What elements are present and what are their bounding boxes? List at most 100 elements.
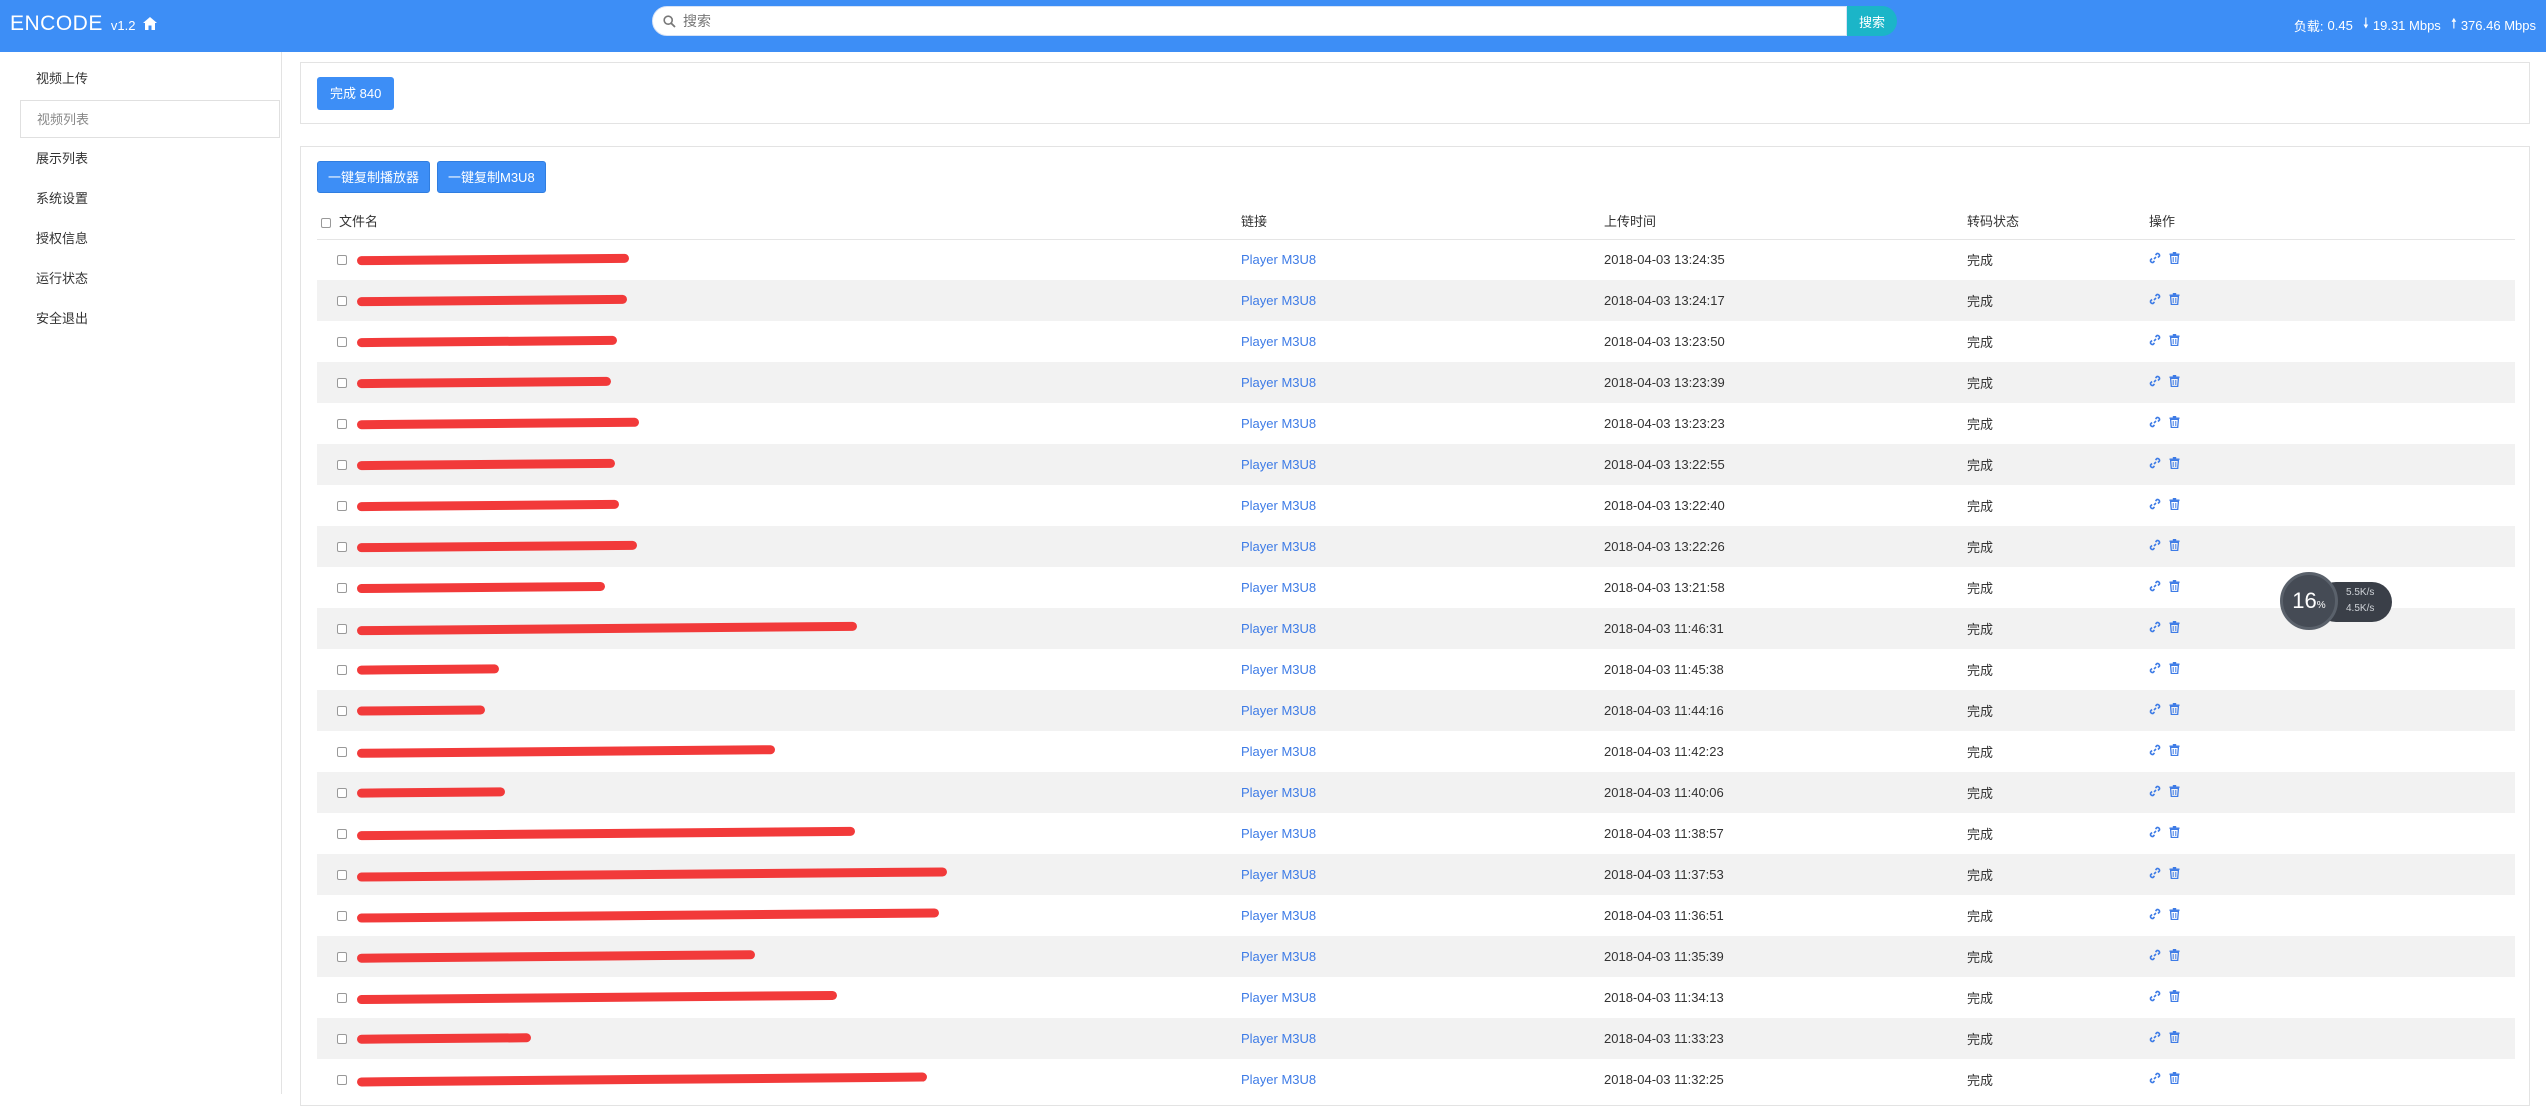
link-icon[interactable] xyxy=(2149,457,2161,469)
trash-icon[interactable] xyxy=(2169,785,2180,797)
player-m3u8-link[interactable]: Player M3U8 xyxy=(1241,539,1316,554)
row-checkbox[interactable] xyxy=(337,951,347,962)
link-icon[interactable] xyxy=(2149,1072,2161,1084)
trash-icon[interactable] xyxy=(2169,539,2180,551)
player-m3u8-link[interactable]: Player M3U8 xyxy=(1241,662,1316,677)
player-m3u8-link[interactable]: Player M3U8 xyxy=(1241,416,1316,431)
row-checkbox[interactable] xyxy=(337,295,347,306)
player-m3u8-link[interactable]: Player M3U8 xyxy=(1241,252,1316,267)
sidebar-item-status[interactable]: 运行状态 xyxy=(20,260,280,298)
trash-icon[interactable] xyxy=(2169,457,2180,469)
row-checkbox[interactable] xyxy=(337,992,347,1003)
link-icon[interactable] xyxy=(2149,539,2161,551)
row-checkbox[interactable] xyxy=(337,869,347,880)
trash-icon[interactable] xyxy=(2169,334,2180,346)
row-checkbox[interactable] xyxy=(337,1074,347,1085)
link-icon[interactable] xyxy=(2149,293,2161,305)
row-checkbox[interactable] xyxy=(337,828,347,839)
search-input[interactable] xyxy=(683,11,1783,31)
row-checkbox[interactable] xyxy=(337,746,347,757)
row-checkbox[interactable] xyxy=(337,705,347,716)
row-checkbox[interactable] xyxy=(337,255,347,266)
row-checkbox[interactable] xyxy=(337,1033,347,1044)
sidebar-item-display-list[interactable]: 展示列表 xyxy=(20,140,280,178)
trash-icon[interactable] xyxy=(2169,621,2180,633)
trash-icon[interactable] xyxy=(2169,293,2180,305)
link-icon[interactable] xyxy=(2149,252,2161,264)
player-m3u8-link[interactable]: Player M3U8 xyxy=(1241,826,1316,841)
trash-icon[interactable] xyxy=(2169,416,2180,428)
link-icon[interactable] xyxy=(2149,580,2161,592)
select-all-checkbox[interactable] xyxy=(321,217,331,228)
link-icon[interactable] xyxy=(2149,744,2161,756)
player-m3u8-link[interactable]: Player M3U8 xyxy=(1241,334,1316,349)
sidebar-item-video-list[interactable]: 视频列表 xyxy=(20,100,280,138)
trash-icon[interactable] xyxy=(2169,1072,2180,1084)
player-m3u8-link[interactable]: Player M3U8 xyxy=(1241,949,1316,964)
link-icon[interactable] xyxy=(2149,662,2161,674)
trash-icon[interactable] xyxy=(2169,498,2180,510)
trash-icon[interactable] xyxy=(2169,826,2180,838)
link-icon[interactable] xyxy=(2149,1031,2161,1043)
row-checkbox[interactable] xyxy=(337,500,347,511)
row-checkbox[interactable] xyxy=(337,664,347,675)
trash-icon[interactable] xyxy=(2169,949,2180,961)
player-m3u8-link[interactable]: Player M3U8 xyxy=(1241,703,1316,718)
link-icon[interactable] xyxy=(2149,867,2161,879)
row-checkbox[interactable] xyxy=(337,377,347,388)
trash-icon[interactable] xyxy=(2169,252,2180,265)
network-speed-widget[interactable]: 5.5K/s 4.5K/s 16% xyxy=(2280,572,2400,630)
trash-icon[interactable] xyxy=(2169,1031,2180,1043)
copy-m3u8-button[interactable]: 一键复制M3U8 xyxy=(437,161,546,193)
row-checkbox[interactable] xyxy=(337,336,347,347)
done-count-button[interactable]: 完成 840 xyxy=(317,77,395,110)
link-icon[interactable] xyxy=(2149,375,2161,387)
player-m3u8-link[interactable]: Player M3U8 xyxy=(1241,375,1316,390)
row-checkbox[interactable] xyxy=(337,582,347,593)
link-icon[interactable] xyxy=(2149,990,2161,1002)
home-icon[interactable] xyxy=(143,17,158,30)
link-icon[interactable] xyxy=(2149,908,2161,920)
row-checkbox[interactable] xyxy=(337,623,347,634)
sidebar-item-logout[interactable]: 安全退出 xyxy=(20,300,280,338)
link-icon[interactable] xyxy=(2149,498,2161,510)
trash-icon[interactable] xyxy=(2169,375,2180,387)
trash-icon[interactable] xyxy=(2169,662,2180,674)
trash-icon[interactable] xyxy=(2169,990,2180,1002)
sidebar-item-license[interactable]: 授权信息 xyxy=(20,220,280,258)
link-icon[interactable] xyxy=(2149,416,2161,428)
link-icon[interactable] xyxy=(2149,334,2161,346)
player-m3u8-link[interactable]: Player M3U8 xyxy=(1241,580,1316,595)
trash-icon[interactable] xyxy=(2169,867,2180,879)
copy-player-button[interactable]: 一键复制播放器 xyxy=(317,161,431,193)
trash-icon[interactable] xyxy=(2169,908,2180,920)
player-m3u8-link[interactable]: Player M3U8 xyxy=(1241,1031,1316,1046)
trash-icon[interactable] xyxy=(2169,703,2180,715)
player-m3u8-link[interactable]: Player M3U8 xyxy=(1241,498,1316,513)
sidebar-item-upload[interactable]: 视频上传 xyxy=(20,60,280,98)
trash-icon[interactable] xyxy=(2169,580,2180,592)
player-m3u8-link[interactable]: Player M3U8 xyxy=(1241,621,1316,636)
trash-icon[interactable] xyxy=(2169,744,2180,756)
link-icon[interactable] xyxy=(2149,785,2161,797)
link-icon[interactable] xyxy=(2149,703,2161,715)
row-checkbox[interactable] xyxy=(337,910,347,921)
player-m3u8-link[interactable]: Player M3U8 xyxy=(1241,785,1316,800)
player-m3u8-link[interactable]: Player M3U8 xyxy=(1241,990,1316,1005)
link-icon[interactable] xyxy=(2149,949,2161,961)
player-m3u8-link[interactable]: Player M3U8 xyxy=(1241,867,1316,882)
player-m3u8-link[interactable]: Player M3U8 xyxy=(1241,744,1316,759)
row-checkbox[interactable] xyxy=(337,541,347,552)
sidebar-item-settings[interactable]: 系统设置 xyxy=(20,180,280,218)
row-checkbox[interactable] xyxy=(337,459,347,470)
player-m3u8-link[interactable]: Player M3U8 xyxy=(1241,293,1316,308)
player-m3u8-link[interactable]: Player M3U8 xyxy=(1241,1072,1316,1087)
player-m3u8-link[interactable]: Player M3U8 xyxy=(1241,457,1316,472)
brand[interactable]: ENCODE v1.2 xyxy=(10,12,158,36)
link-icon[interactable] xyxy=(2149,826,2161,838)
search-button[interactable]: 搜索 xyxy=(1847,6,1897,36)
row-checkbox[interactable] xyxy=(337,787,347,798)
link-icon[interactable] xyxy=(2149,621,2161,633)
row-checkbox[interactable] xyxy=(337,418,347,429)
player-m3u8-link[interactable]: Player M3U8 xyxy=(1241,908,1316,923)
